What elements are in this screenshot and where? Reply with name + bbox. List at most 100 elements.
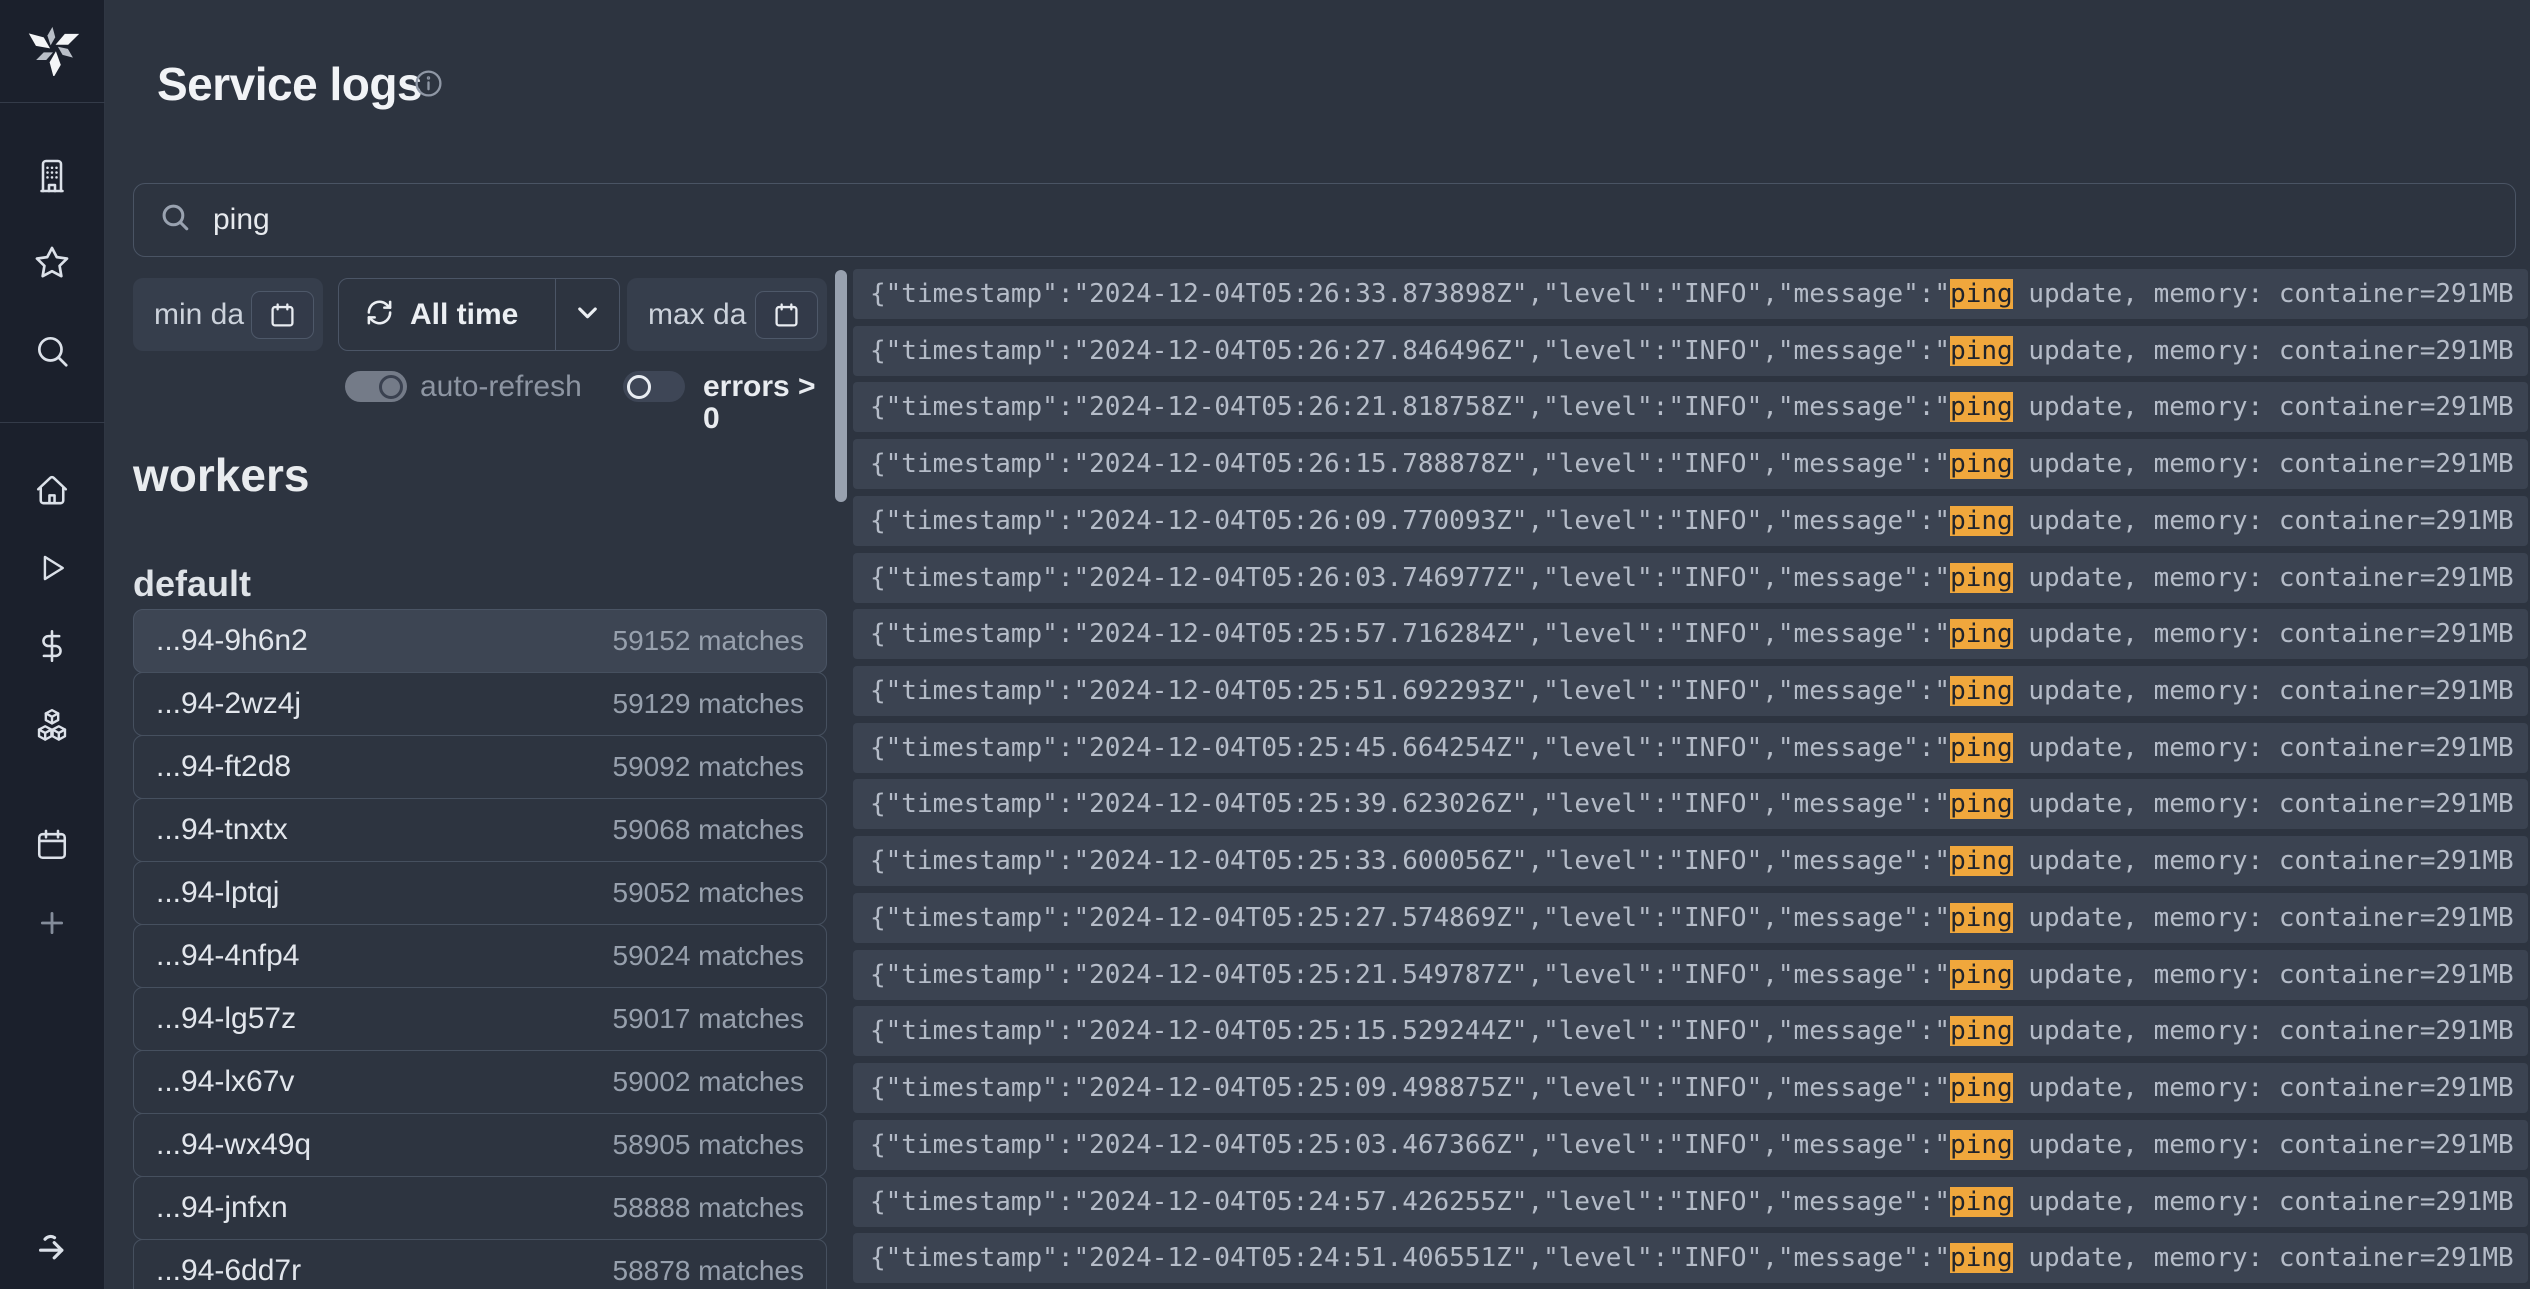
log-line[interactable]: {"timestamp":"2024-12-04T05:25:27.574869… (853, 893, 2528, 943)
schedules-calendar-icon[interactable] (34, 827, 70, 863)
log-line[interactable]: {"timestamp":"2024-12-04T05:25:33.600056… (853, 836, 2528, 886)
search-match-highlight: ping (1950, 506, 2013, 536)
log-line[interactable]: {"timestamp":"2024-12-04T05:25:09.498875… (853, 1063, 2528, 1113)
workspace-building-icon[interactable] (34, 158, 70, 194)
favorites-star-icon[interactable] (33, 244, 71, 282)
search-query-text: ping (213, 203, 270, 237)
page-title: Service logs (157, 57, 422, 111)
worker-row[interactable]: ...94-lx67v59002 matches (133, 1050, 827, 1114)
min-date-calendar-button[interactable] (251, 291, 314, 339)
worker-row[interactable]: ...94-9h6n259152 matches (133, 609, 827, 673)
worker-list: ...94-9h6n259152 matches...94-2wz4j59129… (133, 610, 827, 1289)
worker-row[interactable]: ...94-4nfp459024 matches (133, 924, 827, 988)
log-line-prefix: {"timestamp":"2024-12-04T05:24:57.426255… (870, 1187, 1950, 1217)
time-range-label: All time (410, 298, 518, 332)
billing-dollar-icon[interactable] (34, 628, 70, 664)
log-line[interactable]: {"timestamp":"2024-12-04T05:24:57.426255… (853, 1177, 2528, 1227)
worker-row[interactable]: ...94-jnfxn58888 matches (133, 1176, 827, 1240)
log-line-prefix: {"timestamp":"2024-12-04T05:26:27.846496… (870, 336, 1950, 366)
time-range-dropdown[interactable] (556, 279, 619, 350)
log-line[interactable]: {"timestamp":"2024-12-04T05:26:09.770093… (853, 496, 2528, 546)
log-line[interactable]: {"timestamp":"2024-12-04T05:25:39.623026… (853, 779, 2528, 829)
log-line[interactable]: {"timestamp":"2024-12-04T05:24:51.406551… (853, 1233, 2528, 1283)
log-line-suffix: update, memory: container=291MB (2013, 392, 2514, 422)
max-date-calendar-button[interactable] (755, 291, 818, 339)
search-match-highlight: ping (1950, 903, 2013, 933)
errors-toggle[interactable] (623, 371, 685, 402)
auto-refresh-toggle[interactable] (345, 371, 407, 402)
workers-heading: workers (133, 448, 309, 502)
log-line[interactable]: {"timestamp":"2024-12-04T05:25:57.716284… (853, 609, 2528, 659)
errors-label: errors > 0 (703, 371, 827, 435)
worker-row[interactable]: ...94-lptqj59052 matches (133, 861, 827, 925)
worker-row[interactable]: ...94-tnxtx59068 matches (133, 798, 827, 862)
worker-name: ...94-lx67v (156, 1065, 294, 1099)
search-match-highlight: ping (1950, 336, 2013, 366)
worker-row[interactable]: ...94-lg57z59017 matches (133, 987, 827, 1051)
log-line[interactable]: {"timestamp":"2024-12-04T05:26:27.846496… (853, 326, 2528, 376)
worker-match-count: 59024 matches (613, 940, 804, 972)
toggle-knob (379, 375, 403, 399)
worker-row[interactable]: ...94-ft2d859092 matches (133, 735, 827, 799)
workers-scrollbar-thumb[interactable] (835, 270, 847, 502)
log-search-input[interactable]: ping (133, 183, 2516, 257)
worker-match-count: 59017 matches (613, 1003, 804, 1035)
log-line-prefix: {"timestamp":"2024-12-04T05:26:03.746977… (870, 563, 1950, 593)
search-match-highlight: ping (1950, 619, 2013, 649)
log-line-suffix: update, memory: container=291MB (2013, 619, 2514, 649)
worker-row[interactable]: ...94-2wz4j59129 matches (133, 672, 827, 736)
search-match-highlight: ping (1950, 960, 2013, 990)
worker-row[interactable]: ...94-wx49q 58905 matches (133, 1113, 827, 1177)
toggle-row: auto-refresh errors > 0 (106, 371, 827, 403)
worker-match-count: 58905 matches (613, 1129, 804, 1161)
info-icon[interactable] (413, 68, 444, 104)
auto-refresh-label: auto-refresh (420, 371, 582, 403)
worker-match-count: 58878 matches (613, 1255, 804, 1287)
sidebar-divider (0, 422, 105, 423)
icon-sidebar (0, 0, 105, 1289)
max-date-placeholder: max da (627, 298, 746, 332)
log-line[interactable]: {"timestamp":"2024-12-04T05:25:21.549787… (853, 950, 2528, 1000)
log-line-prefix: {"timestamp":"2024-12-04T05:25:15.529244… (870, 1016, 1950, 1046)
log-line-prefix: {"timestamp":"2024-12-04T05:26:15.788878… (870, 449, 1950, 479)
log-line-prefix: {"timestamp":"2024-12-04T05:25:51.692293… (870, 676, 1950, 706)
search-match-highlight: ping (1950, 676, 2013, 706)
log-line-prefix: {"timestamp":"2024-12-04T05:25:03.467366… (870, 1130, 1950, 1160)
app-logo[interactable] (0, 0, 105, 103)
log-line-suffix: update, memory: container=291MB (2013, 846, 2514, 876)
home-icon[interactable] (34, 472, 70, 508)
log-line-prefix: {"timestamp":"2024-12-04T05:25:33.600056… (870, 846, 1950, 876)
add-plus-icon[interactable] (35, 906, 69, 940)
expand-sidebar-icon[interactable] (33, 1226, 71, 1264)
runs-play-icon[interactable] (35, 551, 69, 585)
log-line[interactable]: {"timestamp":"2024-12-04T05:26:15.788878… (853, 439, 2528, 489)
service-logs-page: Service logs ping min da (0, 0, 2530, 1289)
search-match-highlight: ping (1950, 279, 2013, 309)
worker-row[interactable]: ...94-6dd7r58878 matches (133, 1239, 827, 1289)
worker-name: ...94-lptqj (156, 876, 279, 910)
log-line-suffix: update, memory: container=291MB (2013, 903, 2514, 933)
refresh-icon (365, 298, 394, 332)
worker-name: ...94-wx49q (156, 1128, 311, 1162)
search-icon[interactable] (33, 332, 71, 370)
log-line-suffix: update, memory: container=291MB (2013, 789, 2514, 819)
main-content: Service logs ping min da (106, 0, 2530, 1289)
toggle-knob (627, 375, 651, 399)
search-match-highlight: ping (1950, 1073, 2013, 1103)
min-date-input[interactable]: min da (133, 278, 323, 351)
log-line[interactable]: {"timestamp":"2024-12-04T05:25:03.467366… (853, 1120, 2528, 1170)
log-line[interactable]: {"timestamp":"2024-12-04T05:26:21.818758… (853, 382, 2528, 432)
time-range-button[interactable]: All time (338, 278, 620, 351)
log-line[interactable]: {"timestamp":"2024-12-04T05:26:33.873898… (853, 269, 2528, 319)
resources-cubes-icon[interactable] (33, 706, 71, 744)
log-line[interactable]: {"timestamp":"2024-12-04T05:26:03.746977… (853, 553, 2528, 603)
search-match-highlight: ping (1950, 846, 2013, 876)
log-line-suffix: update, memory: container=291MB (2013, 733, 2514, 763)
time-range-main[interactable]: All time (339, 279, 555, 350)
log-line[interactable]: {"timestamp":"2024-12-04T05:25:45.664254… (853, 723, 2528, 773)
max-date-input[interactable]: max da (627, 278, 827, 351)
log-line[interactable]: {"timestamp":"2024-12-04T05:25:15.529244… (853, 1006, 2528, 1056)
log-line[interactable]: {"timestamp":"2024-12-04T05:25:51.692293… (853, 666, 2528, 716)
log-line-suffix: update, memory: container=291MB (2013, 449, 2514, 479)
log-line-suffix: update, memory: container=291MB (2013, 506, 2514, 536)
